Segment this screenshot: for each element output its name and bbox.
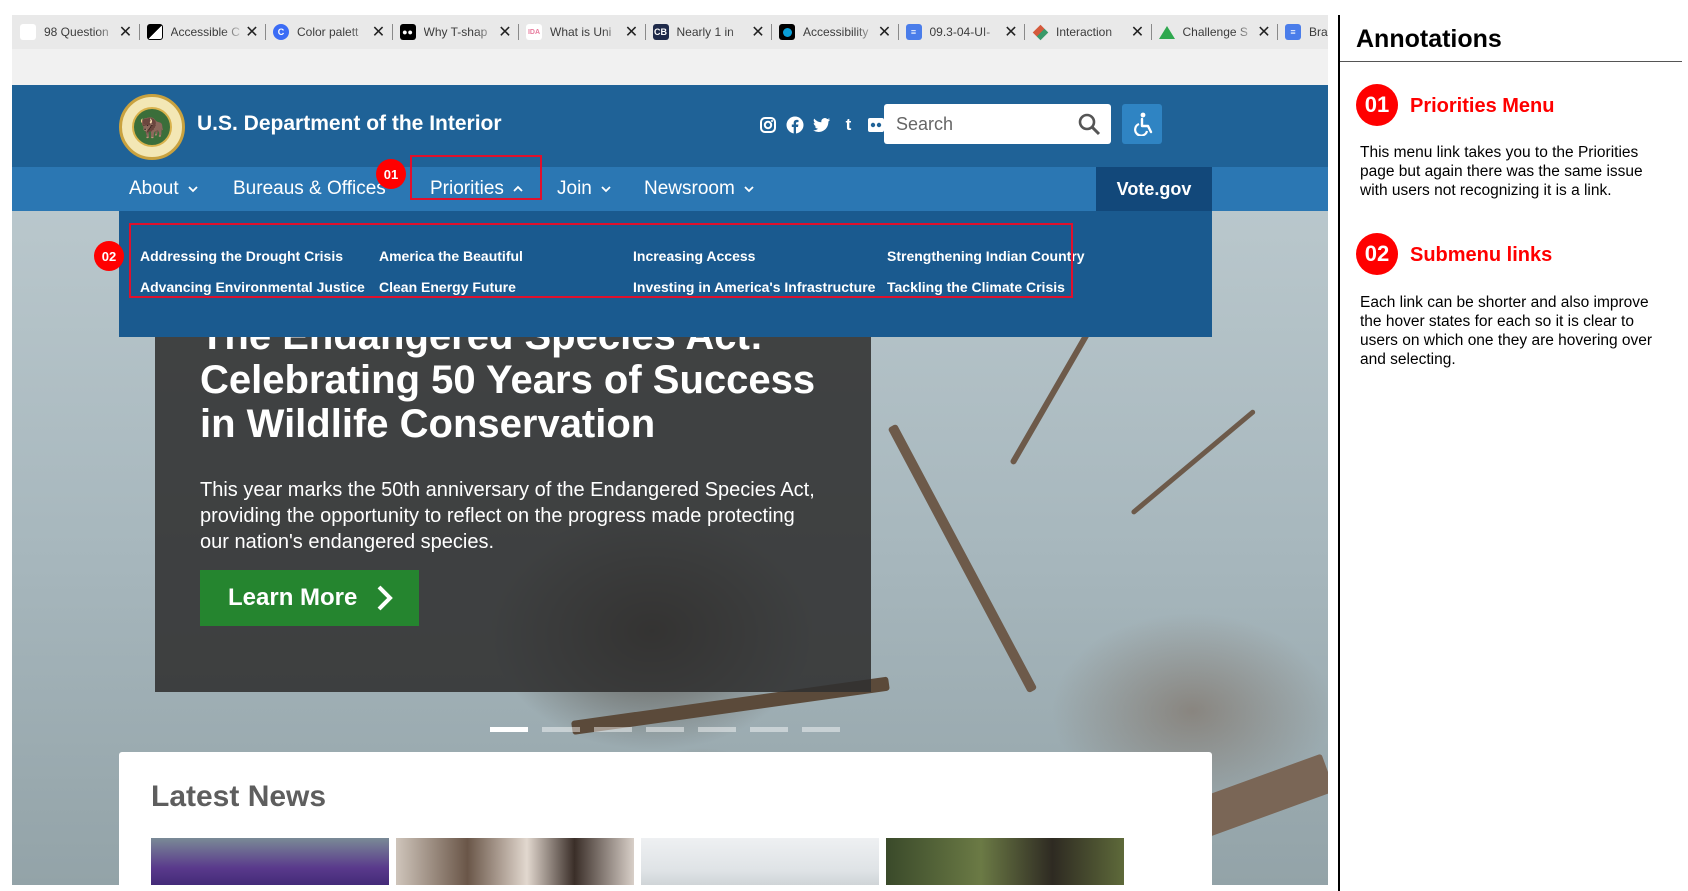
accessibility-button[interactable] bbox=[1122, 104, 1162, 144]
close-tab-icon[interactable]: ✕ bbox=[625, 22, 639, 42]
accessibility-icon bbox=[1134, 112, 1153, 136]
browser-tab[interactable]: Challenge S ✕ bbox=[1150, 15, 1278, 49]
news-thumbnail[interactable] bbox=[396, 838, 634, 885]
close-tab-icon[interactable]: ✕ bbox=[245, 22, 259, 42]
accessible-colors-icon bbox=[146, 24, 163, 40]
browser-screenshot: 98 Question ✕ Accessible C ✕ C Color palett… bbox=[12, 15, 1328, 885]
browser-tab-bar: 98 Question ✕ Accessible C ✕ C Color palett… bbox=[12, 15, 1328, 49]
close-tab-icon[interactable]: ✕ bbox=[751, 22, 765, 42]
nav-item-newsroom[interactable]: Newsroom bbox=[644, 167, 755, 211]
annotations-title: Annotations bbox=[1356, 25, 1502, 53]
browser-tab[interactable]: IDA What is Uni ✕ bbox=[518, 15, 645, 49]
facebook-icon[interactable] bbox=[785, 115, 804, 134]
carousel-dot[interactable] bbox=[542, 727, 580, 732]
carousel-dot[interactable] bbox=[490, 727, 528, 732]
doi-seal-logo[interactable]: 🦬 bbox=[119, 94, 185, 160]
news-thumbnail[interactable] bbox=[151, 838, 389, 885]
browser-tab[interactable]: ≡ 09.3-04-UI- ✕ bbox=[897, 15, 1025, 49]
close-tab-icon[interactable]: ✕ bbox=[1131, 22, 1145, 42]
close-tab-icon[interactable]: ✕ bbox=[1004, 22, 1018, 42]
browser-tab[interactable]: ≡Brand-Po bbox=[1277, 15, 1328, 49]
chevron-down-icon bbox=[744, 186, 754, 193]
chevron-down-icon bbox=[188, 186, 198, 193]
latest-news-section: Latest News bbox=[119, 752, 1212, 885]
close-tab-icon[interactable]: ✕ bbox=[498, 22, 512, 42]
hero-description: This year marks the 50th anniversary of … bbox=[200, 479, 815, 553]
annotation-marker-02: 02 bbox=[94, 241, 124, 271]
diamond-icon bbox=[1032, 24, 1048, 40]
site-title[interactable]: U.S. Department of the Interior bbox=[197, 112, 502, 136]
carousel-dot[interactable] bbox=[646, 727, 684, 732]
circle-icon bbox=[779, 24, 795, 40]
google-docs-icon: ≡ bbox=[1285, 24, 1301, 40]
cb-icon: CB bbox=[652, 24, 669, 40]
annotation-marker-01: 01 bbox=[376, 159, 406, 189]
browser-tab[interactable]: ●● Why T-shap ✕ bbox=[391, 15, 519, 49]
browser-tab[interactable]: C Color palett ✕ bbox=[265, 15, 392, 49]
instagram-icon[interactable] bbox=[758, 115, 777, 134]
browser-tab[interactable]: 98 Question ✕ bbox=[12, 15, 139, 49]
close-tab-icon[interactable]: ✕ bbox=[119, 22, 133, 42]
panel-divider bbox=[1338, 15, 1340, 891]
webpage: 🦬 U.S. Department of the Interior t Abou… bbox=[12, 85, 1328, 885]
browser-address-area bbox=[12, 49, 1328, 84]
close-tab-icon[interactable]: ✕ bbox=[372, 22, 386, 42]
nav-item-about[interactable]: About bbox=[129, 167, 199, 211]
browser-tab[interactable]: CB Nearly 1 in ✕ bbox=[644, 15, 772, 49]
carousel-dot[interactable] bbox=[750, 727, 788, 732]
coolors-icon: C bbox=[273, 24, 289, 40]
medium-icon: ●● bbox=[399, 24, 416, 40]
annotation-highlight-submenu bbox=[129, 223, 1073, 298]
annotation-highlight-priorities bbox=[410, 155, 542, 200]
chevron-right-icon bbox=[377, 585, 393, 611]
carousel-dot[interactable] bbox=[698, 727, 736, 732]
annotation-text-01: This menu link takes you to the Prioriti… bbox=[1360, 144, 1643, 199]
learn-more-button[interactable]: Learn More bbox=[200, 570, 419, 626]
search-box bbox=[884, 104, 1111, 144]
annotation-text-02: Each link can be shorter and also improv… bbox=[1360, 294, 1653, 368]
annotation-heading-02: Submenu links bbox=[1410, 244, 1553, 266]
search-input[interactable] bbox=[884, 104, 1069, 144]
browser-tab[interactable]: Accessible C ✕ bbox=[138, 15, 266, 49]
close-tab-icon[interactable]: ✕ bbox=[878, 22, 892, 42]
news-thumbnail[interactable] bbox=[886, 838, 1124, 885]
ida-icon: IDA bbox=[526, 24, 542, 40]
browser-tab[interactable]: Accessibility ✕ bbox=[771, 15, 898, 49]
carousel-dot[interactable] bbox=[594, 727, 632, 732]
bison-icon: 🦬 bbox=[132, 107, 172, 147]
latest-news-heading: Latest News bbox=[151, 780, 327, 813]
vote-gov-link[interactable]: Vote.gov bbox=[1096, 167, 1212, 211]
carousel-dot[interactable] bbox=[802, 727, 840, 732]
close-tab-icon[interactable]: ✕ bbox=[1257, 22, 1271, 42]
site-header: 🦬 U.S. Department of the Interior t bbox=[12, 85, 1328, 167]
question-doc-icon bbox=[20, 24, 36, 40]
annotations-rule bbox=[1340, 61, 1682, 62]
annotation-badge-01: 01 bbox=[1356, 84, 1398, 126]
carousel-indicators bbox=[490, 727, 840, 732]
flickr-icon[interactable] bbox=[866, 115, 885, 134]
twitter-icon[interactable] bbox=[812, 115, 831, 134]
google-docs-icon: ≡ bbox=[905, 24, 922, 40]
nav-item-join[interactable]: Join bbox=[557, 167, 612, 211]
nav-item-bureaus-offices[interactable]: Bureaus & Offices bbox=[233, 167, 386, 211]
browser-tab[interactable]: Interaction ✕ bbox=[1024, 15, 1151, 49]
chevron-down-icon bbox=[601, 186, 611, 193]
tumblr-icon[interactable]: t bbox=[839, 115, 858, 134]
news-thumbnail[interactable] bbox=[641, 838, 879, 885]
google-drive-icon bbox=[1158, 24, 1175, 40]
annotation-badge-02: 02 bbox=[1356, 233, 1398, 275]
hero-title-main: Celebrating 50 Years of Success in Wildl… bbox=[200, 358, 816, 446]
annotation-heading-01: Priorities Menu bbox=[1410, 95, 1555, 117]
search-icon[interactable] bbox=[1077, 112, 1101, 136]
